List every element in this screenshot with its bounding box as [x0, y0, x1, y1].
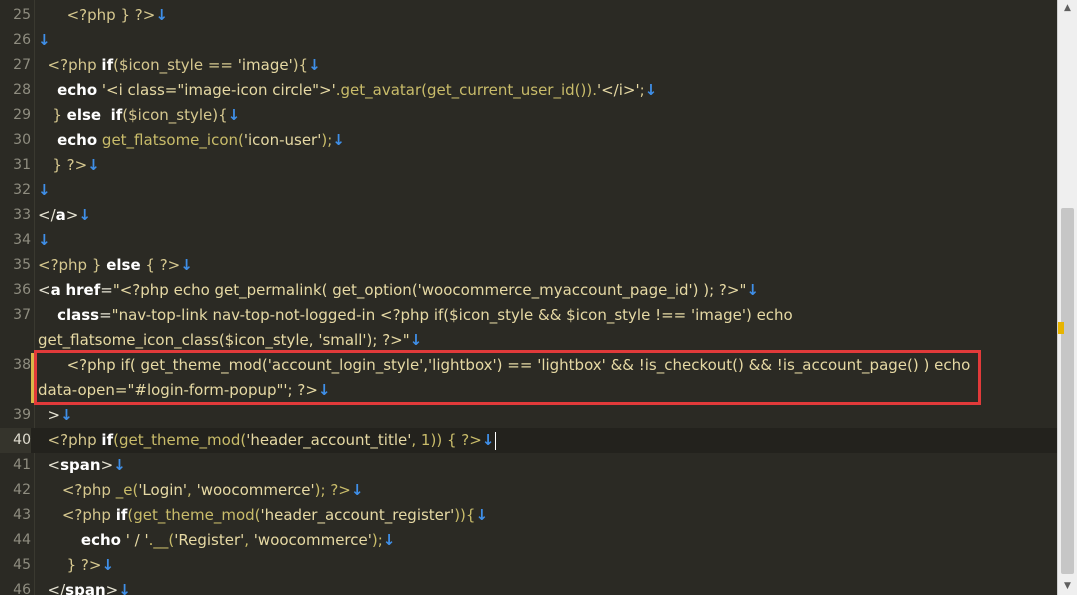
code-text: <a href="<?php echo get_permalink( get_o… — [38, 281, 759, 299]
code-line[interactable]: 44 echo ' / '.__('Register', 'woocommerc… — [0, 528, 1057, 553]
code-line[interactable]: 46 </span>↓ — [0, 578, 1057, 595]
code-text: ↓ — [38, 181, 51, 199]
code-editor[interactable]: 25 <?php } ?>↓ 26 ↓ 27 <?php if($icon_style… — [0, 0, 1057, 595]
line-number: 33 — [13, 207, 31, 223]
vertical-scrollbar[interactable]: ▲ ▼ — [1057, 0, 1077, 595]
code-line[interactable]: 27 <?php if($icon_style == 'image'){↓ — [0, 53, 1057, 78]
line-number: 39 — [13, 407, 31, 423]
scrollbar-position-marker — [1058, 322, 1064, 334]
code-text: <?php } else { ?>↓ — [38, 256, 193, 274]
line-number: 45 — [13, 557, 31, 573]
code-line[interactable]: 34 ↓ — [0, 228, 1057, 253]
line-number: 31 — [13, 157, 31, 173]
code-line[interactable]: 30 echo get_flatsome_icon('icon-user');↓ — [0, 128, 1057, 153]
code-line[interactable]: 26 ↓ — [0, 28, 1057, 53]
scrollbar-thumb[interactable] — [1061, 208, 1074, 574]
code-text: echo '<i class="image-icon circle">'.get… — [57, 81, 658, 99]
line-number: 43 — [13, 507, 31, 523]
code-text: } ?>↓ — [52, 156, 100, 174]
code-text: class="nav-top-link nav-top-not-logged-i… — [57, 306, 793, 324]
code-line[interactable]: 45 } ?>↓ — [0, 553, 1057, 578]
code-text: } else if($icon_style){↓ — [52, 106, 241, 124]
code-line[interactable]: 25 <?php } ?>↓ — [0, 3, 1057, 28]
line-number: 40 — [0, 428, 31, 453]
code-text: } ?>↓ — [66, 556, 115, 574]
line-number: 29 — [13, 107, 31, 123]
scroll-up-icon[interactable]: ▲ — [1058, 0, 1077, 17]
line-number: 30 — [13, 132, 31, 148]
line-number: 38 — [13, 357, 31, 373]
line-number: 32 — [13, 182, 31, 198]
line-number: 37 — [13, 307, 31, 323]
code-line[interactable]: 40 <?php if(get_theme_mod('header_accoun… — [0, 428, 1057, 453]
code-text: <span>↓ — [47, 456, 126, 474]
line-number: 35 — [13, 257, 31, 273]
line-number: 36 — [13, 282, 31, 298]
code-text: </span>↓ — [47, 581, 131, 595]
line-number: 42 — [13, 482, 31, 498]
code-text: <?php if($icon_style == 'image'){↓ — [47, 56, 321, 74]
code-line[interactable]: 31 } ?>↓ — [0, 153, 1057, 178]
code-line[interactable]: 37 class="nav-top-link nav-top-not-logge… — [0, 303, 1057, 328]
code-line[interactable]: 41 <span>↓ — [0, 453, 1057, 478]
code-text: echo ' / '.__('Register', 'woocommerce')… — [80, 531, 396, 549]
code-line[interactable]: 43 <?php if(get_theme_mod('header_accoun… — [0, 503, 1057, 528]
code-text: <?php if(get_theme_mod('header_account_t… — [47, 431, 497, 450]
scroll-down-icon[interactable]: ▼ — [1058, 578, 1077, 595]
code-text: <?php if(get_theme_mod('header_account_r… — [61, 506, 489, 524]
line-number: 41 — [13, 457, 31, 473]
line-number: 27 — [13, 57, 31, 73]
code-text: echo get_flatsome_icon('icon-user');↓ — [57, 131, 345, 149]
line-number: 25 — [13, 7, 31, 23]
code-text: ↓ — [38, 231, 51, 249]
code-text: <?php _e('Login', 'woocommerce'); ?>↓ — [61, 481, 364, 499]
code-line[interactable]: 29 } else if($icon_style){↓ — [0, 103, 1057, 128]
line-number: 44 — [13, 532, 31, 548]
code-line[interactable]: 32 ↓ — [0, 178, 1057, 203]
line-number: 34 — [13, 232, 31, 248]
line-number: 26 — [13, 32, 31, 48]
code-line[interactable]: 28 echo '<i class="image-icon circle">'.… — [0, 78, 1057, 103]
code-line[interactable]: 39 >↓ — [0, 403, 1057, 428]
code-text: >↓ — [47, 406, 73, 424]
code-text: <?php } ?>↓ — [66, 6, 168, 24]
line-number: 28 — [13, 82, 31, 98]
line-number: 46 — [13, 582, 31, 595]
code-line[interactable]: 33 </a>↓ — [0, 203, 1057, 228]
code-line[interactable]: 35 <?php } else { ?>↓ — [0, 253, 1057, 278]
code-text: </a>↓ — [38, 206, 91, 224]
code-text: ↓ — [38, 31, 51, 49]
highlight-box — [34, 350, 981, 405]
code-line[interactable]: 42 <?php _e('Login', 'woocommerce'); ?>↓ — [0, 478, 1057, 503]
code-line[interactable]: 36 <a href="<?php echo get_permalink( get… — [0, 278, 1057, 303]
